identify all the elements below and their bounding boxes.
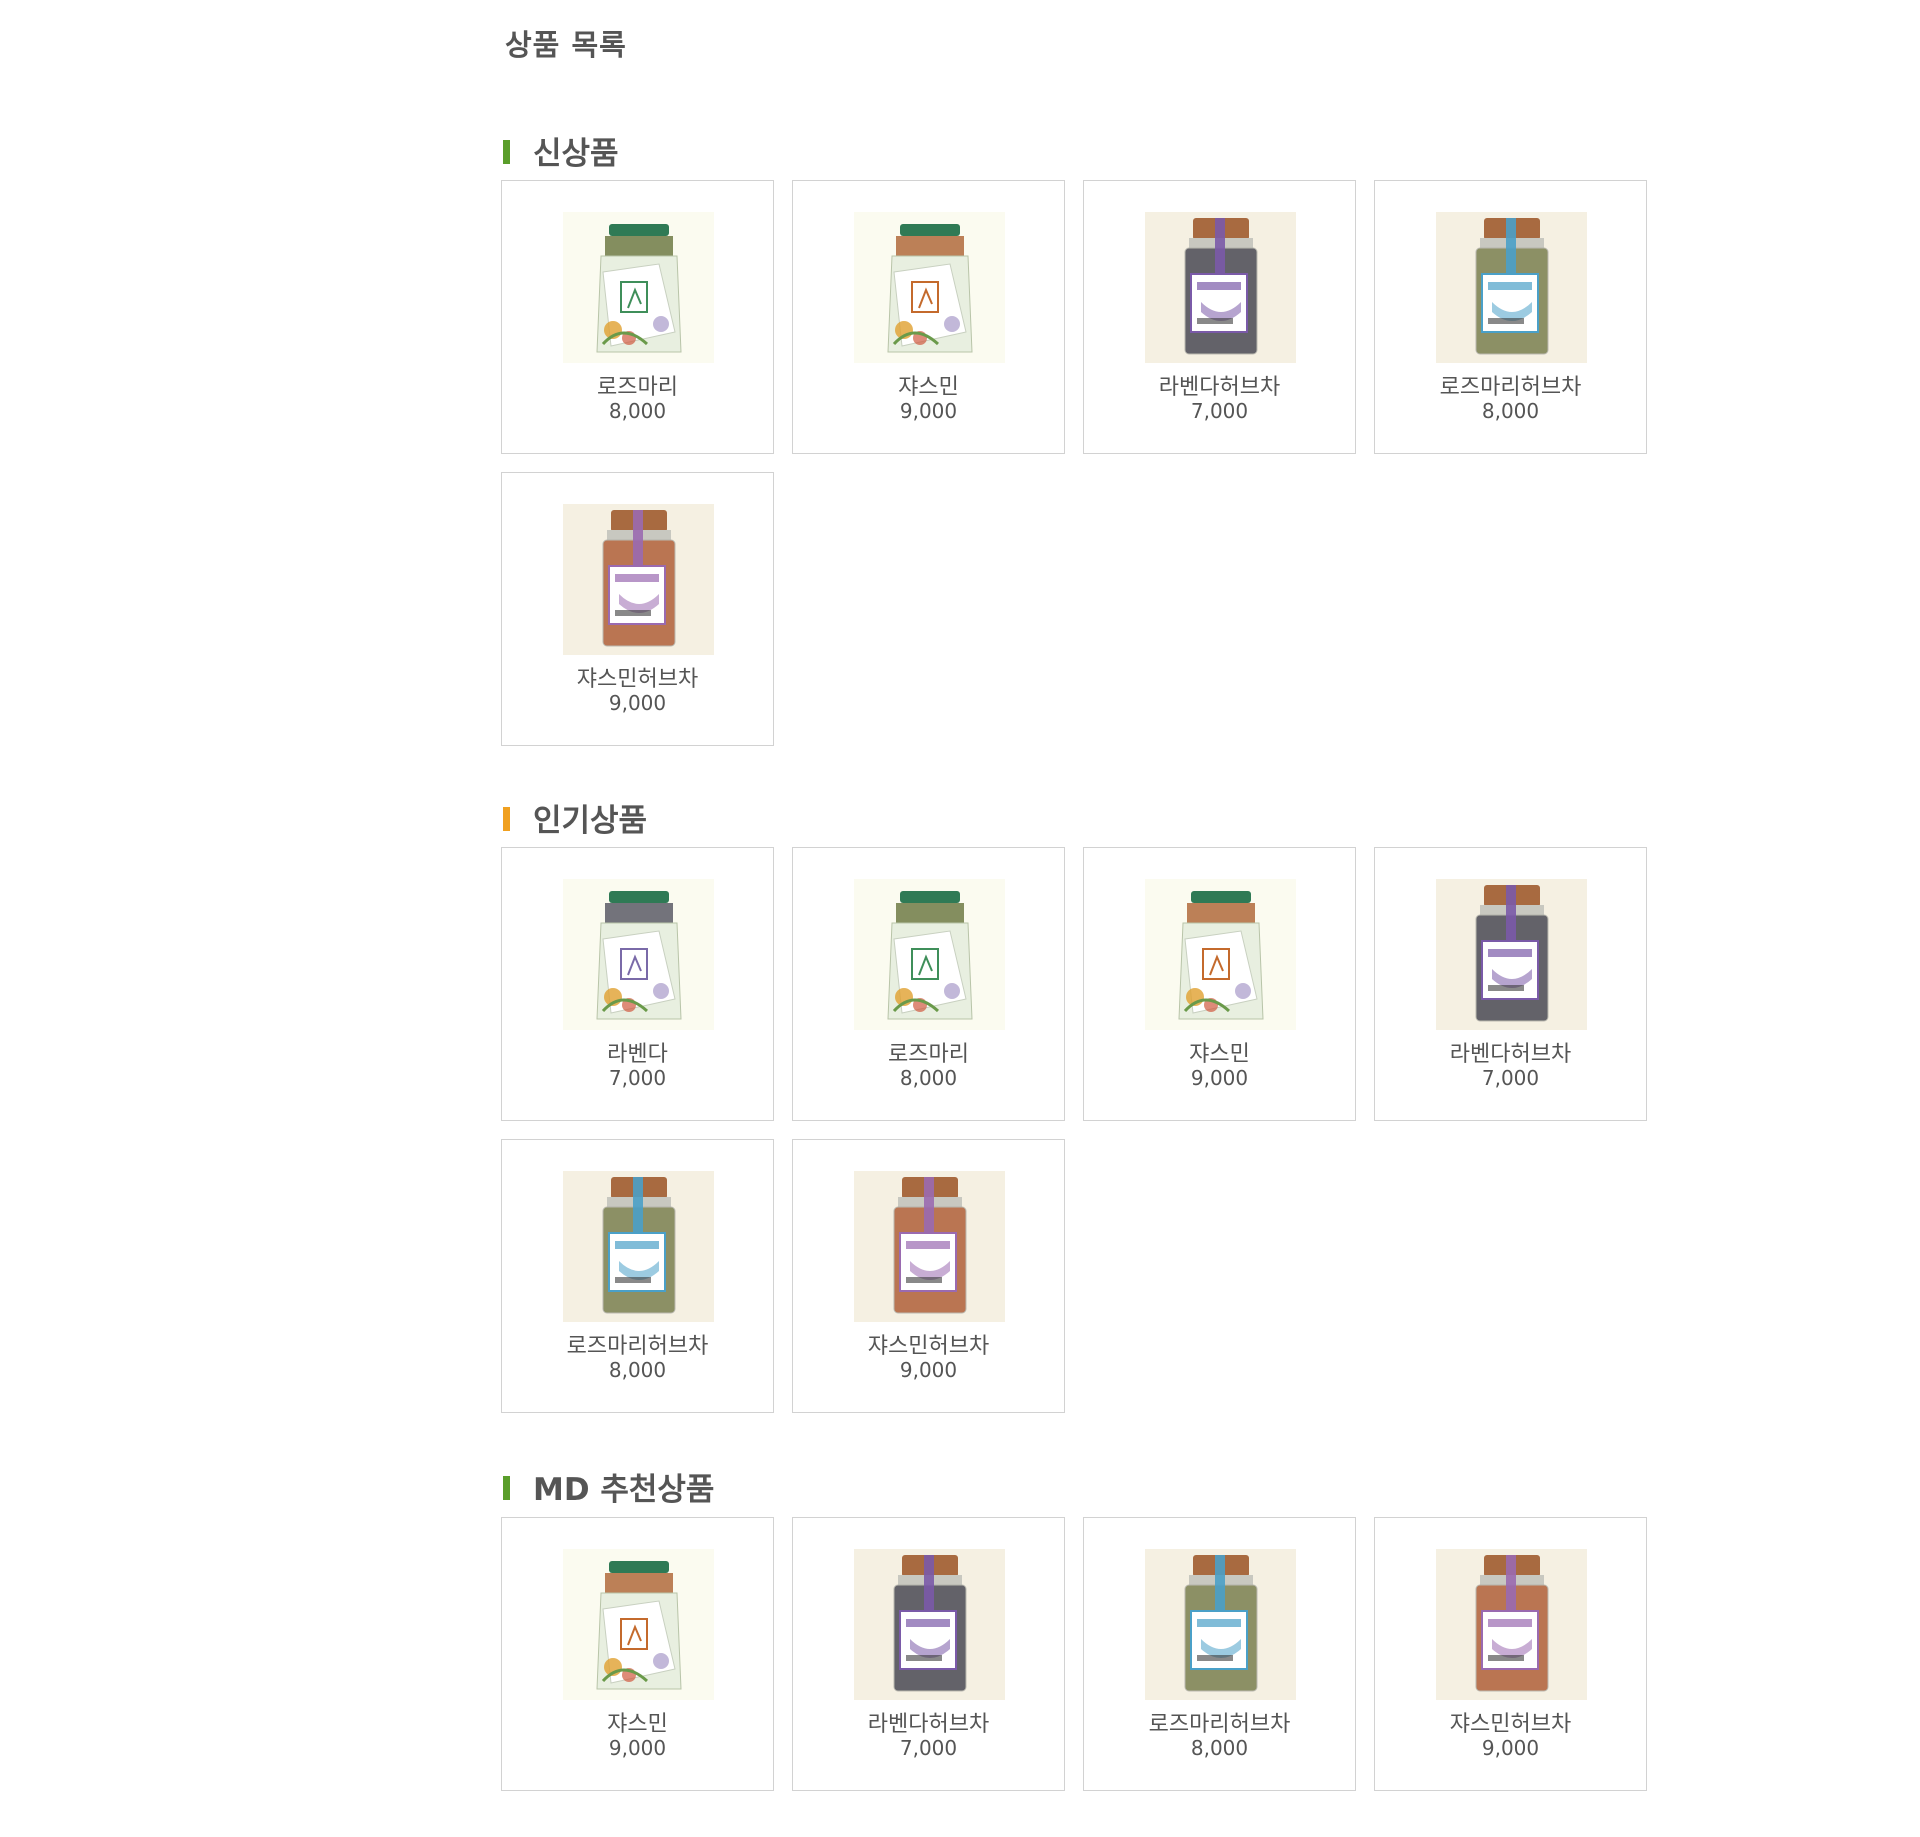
product-name[interactable]: 쟈스민허브차	[502, 661, 773, 693]
product-name[interactable]: 로즈마리허브차	[1084, 1706, 1355, 1738]
product-image[interactable]	[1436, 212, 1587, 363]
product-price: 9,000	[899, 399, 958, 423]
product-card[interactable]: 라벤다허브차 7,000	[1374, 847, 1647, 1121]
section-marker-icon	[503, 1476, 510, 1500]
product-card[interactable]: 쟈스민 9,000	[501, 1517, 774, 1791]
product-name[interactable]: 로즈마리	[502, 369, 773, 401]
product-price: 8,000	[1481, 399, 1540, 423]
product-card[interactable]: 로즈마리허브차 8,000	[1083, 1517, 1356, 1791]
product-card[interactable]: 로즈마리허브차 8,000	[1374, 180, 1647, 454]
product-image[interactable]	[1145, 212, 1296, 363]
product-image[interactable]	[854, 879, 1005, 1030]
section-marker-icon	[503, 140, 510, 164]
product-card[interactable]: 로즈마리 8,000	[501, 180, 774, 454]
product-name[interactable]: 로즈마리	[793, 1036, 1064, 1068]
product-image[interactable]	[563, 212, 714, 363]
section-title: 신상품	[533, 136, 619, 172]
product-name[interactable]: 라벤다	[502, 1036, 773, 1068]
product-price: 9,000	[608, 691, 667, 715]
product-name[interactable]: 로즈마리허브차	[1375, 369, 1646, 401]
product-image[interactable]	[563, 1171, 714, 1322]
product-image[interactable]	[1145, 879, 1296, 1030]
product-name[interactable]: 라벤다허브차	[793, 1706, 1064, 1738]
product-name[interactable]: 라벤다허브차	[1084, 369, 1355, 401]
product-card[interactable]: 로즈마리 8,000	[792, 847, 1065, 1121]
product-price: 9,000	[1481, 1736, 1540, 1760]
product-card[interactable]: 쟈스민허브차 9,000	[792, 1139, 1065, 1413]
product-price: 8,000	[1190, 1736, 1249, 1760]
product-price: 9,000	[608, 1736, 667, 1760]
product-image[interactable]	[1436, 1549, 1587, 1700]
product-card[interactable]: 로즈마리허브차 8,000	[501, 1139, 774, 1413]
product-price: 8,000	[899, 1066, 958, 1090]
product-name[interactable]: 쟈스민	[1084, 1036, 1355, 1068]
page-title: 상품 목록	[505, 28, 627, 62]
product-image[interactable]	[563, 879, 714, 1030]
product-card[interactable]: 쟈스민허브차 9,000	[1374, 1517, 1647, 1791]
product-card[interactable]: 라벤다허브차 7,000	[792, 1517, 1065, 1791]
product-name[interactable]: 쟈스민허브차	[1375, 1706, 1646, 1738]
product-price: 8,000	[608, 1358, 667, 1382]
product-price: 7,000	[899, 1736, 958, 1760]
product-name[interactable]: 라벤다허브차	[1375, 1036, 1646, 1068]
product-image[interactable]	[563, 1549, 714, 1700]
product-name[interactable]: 쟈스민	[502, 1706, 773, 1738]
product-card[interactable]: 쟈스민허브차 9,000	[501, 472, 774, 746]
product-price: 7,000	[1481, 1066, 1540, 1090]
product-image[interactable]	[854, 1549, 1005, 1700]
product-image[interactable]	[1436, 879, 1587, 1030]
product-price: 9,000	[899, 1358, 958, 1382]
product-image[interactable]	[854, 212, 1005, 363]
product-card[interactable]: 라벤다허브차 7,000	[1083, 180, 1356, 454]
product-card[interactable]: 쟈스민 9,000	[792, 180, 1065, 454]
section-title: 인기상품	[533, 803, 648, 839]
product-card[interactable]: 쟈스민 9,000	[1083, 847, 1356, 1121]
product-price: 7,000	[608, 1066, 667, 1090]
product-name[interactable]: 쟈스민허브차	[793, 1328, 1064, 1360]
product-image[interactable]	[563, 504, 714, 655]
product-card[interactable]: 라벤다 7,000	[501, 847, 774, 1121]
product-price: 9,000	[1190, 1066, 1249, 1090]
section-title: MD 추천상품	[533, 1472, 715, 1508]
section-marker-icon	[503, 807, 510, 831]
product-price: 7,000	[1190, 399, 1249, 423]
product-price: 8,000	[608, 399, 667, 423]
product-image[interactable]	[1145, 1549, 1296, 1700]
product-name[interactable]: 쟈스민	[793, 369, 1064, 401]
product-name[interactable]: 로즈마리허브차	[502, 1328, 773, 1360]
product-image[interactable]	[854, 1171, 1005, 1322]
